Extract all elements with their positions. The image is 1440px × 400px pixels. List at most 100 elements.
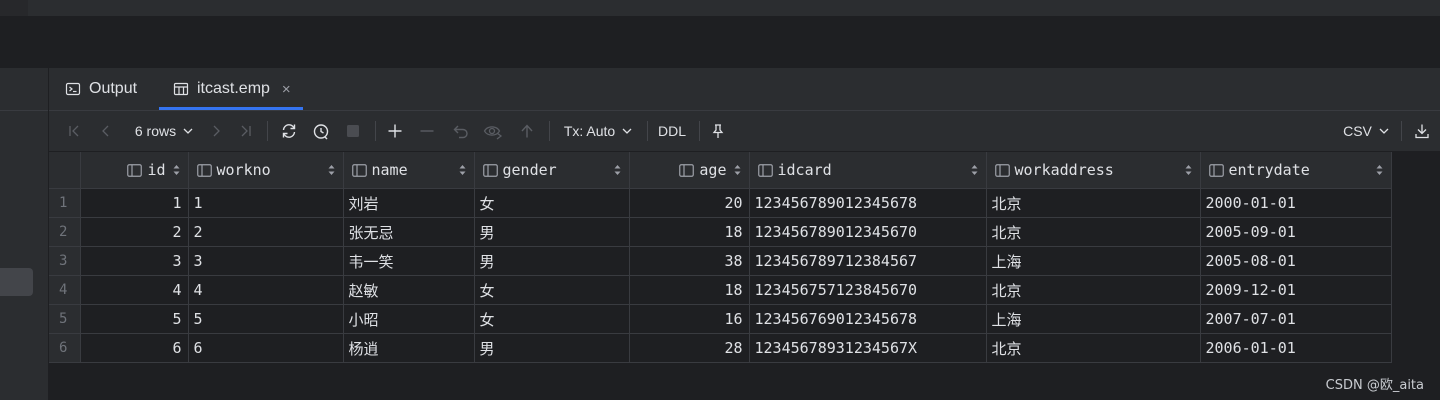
pin-icon[interactable] [707, 111, 729, 151]
cell-workno[interactable]: 3 [188, 246, 344, 276]
cell-workno[interactable]: 1 [188, 188, 344, 218]
transaction-mode-dropdown[interactable]: Tx: Auto [559, 111, 639, 151]
cell-workaddress[interactable]: 上海 [986, 246, 1201, 276]
cell-workaddress[interactable]: 上海 [986, 304, 1201, 334]
last-page-icon[interactable] [235, 111, 257, 151]
cell-workno[interactable]: 6 [188, 333, 344, 363]
cell-id[interactable]: 4 [80, 275, 189, 305]
rows-dropdown[interactable]: 6 rows [129, 111, 201, 151]
add-row-icon[interactable] [383, 111, 407, 151]
cell-name[interactable]: 杨逍 [343, 333, 475, 363]
sort-icon[interactable] [734, 163, 741, 177]
column-header-idcard[interactable]: idcard [749, 152, 987, 189]
cell-age[interactable]: 20 [629, 188, 750, 218]
delete-row-icon[interactable] [415, 111, 439, 151]
column-header-name[interactable]: name [343, 152, 475, 189]
cell-idcard[interactable]: 123456789012345678 [749, 188, 987, 218]
cell-age[interactable]: 28 [629, 333, 750, 363]
table-row[interactable]: 5 5 5 小昭女 16 123456769012345678 上海 2007-07-01 [49, 304, 1392, 334]
first-page-icon[interactable] [63, 111, 85, 151]
cell-gender[interactable]: 男 [474, 246, 630, 276]
tab-output[interactable]: Output [65, 68, 137, 110]
cell-idcard[interactable]: 123456769012345678 [749, 304, 987, 334]
cell-entrydate[interactable]: 2005-09-01 [1200, 217, 1392, 247]
cell-entrydate[interactable]: 2006-01-01 [1200, 333, 1392, 363]
table-row[interactable]: 3 3 3 韦一笑男 38 123456789712384567 上海 2005-08-01 [49, 246, 1392, 276]
submit-icon[interactable] [515, 111, 539, 151]
preview-icon[interactable] [481, 111, 505, 151]
cell-age[interactable]: 18 [629, 275, 750, 305]
tab-itcast-emp[interactable]: itcast.emp × [159, 68, 303, 110]
sort-icon[interactable] [459, 163, 466, 177]
history-icon[interactable] [309, 111, 333, 151]
sort-icon[interactable] [173, 163, 180, 177]
cell-id[interactable]: 5 [80, 304, 189, 334]
column-header-label: workaddress [1014, 161, 1114, 179]
cell-workno[interactable]: 4 [188, 275, 344, 305]
cell-name[interactable]: 小昭 [343, 304, 475, 334]
column-header-gender[interactable]: gender [474, 152, 630, 189]
export-format-dropdown[interactable]: CSV [1341, 111, 1393, 151]
chevron-down-icon [183, 128, 193, 134]
cell-workaddress[interactable]: 北京 [986, 333, 1201, 363]
column-icon [994, 163, 1010, 177]
cell-entrydate[interactable]: 2009-12-01 [1200, 275, 1392, 305]
cell-idcard[interactable]: 123456789012345670 [749, 217, 987, 247]
column-header-id[interactable]: id [80, 152, 189, 189]
refresh-icon[interactable] [277, 111, 301, 151]
cell-entrydate[interactable]: 2000-01-01 [1200, 188, 1392, 218]
cell-gender[interactable]: 男 [474, 333, 630, 363]
cell-workno[interactable]: 5 [188, 304, 344, 334]
cell-workaddress[interactable]: 北京 [986, 217, 1201, 247]
sort-icon[interactable] [614, 163, 621, 177]
cell-age[interactable]: 16 [629, 304, 750, 334]
cell-gender[interactable]: 女 [474, 304, 630, 334]
column-icon [482, 163, 498, 177]
column-header-entrydate[interactable]: entrydate [1200, 152, 1392, 189]
cell-entrydate[interactable]: 2007-07-01 [1200, 304, 1392, 334]
cell-entrydate[interactable]: 2005-08-01 [1200, 246, 1392, 276]
table-row[interactable]: 4 4 4 赵敏女 18 123456757123845670 北京 2009-12-01 [49, 275, 1392, 305]
download-icon[interactable] [1411, 111, 1433, 151]
cell-workaddress[interactable]: 北京 [986, 275, 1201, 305]
table-row[interactable]: 1 1 1 刘岩女 20 123456789012345678 北京 2000-01-01 [49, 188, 1392, 218]
cell-name[interactable]: 张无忌 [343, 217, 475, 247]
row-number: 6 [49, 333, 81, 363]
ddl-button[interactable]: DDL [655, 111, 689, 151]
tab-output-label: Output [89, 80, 138, 97]
table-row[interactable]: 6 6 6 杨逍男 28 12345678931234567X 北京 2006-01-01 [49, 333, 1392, 363]
cell-idcard[interactable]: 123456757123845670 [749, 275, 987, 305]
cell-name[interactable]: 赵敏 [343, 275, 475, 305]
cell-age[interactable]: 38 [629, 246, 750, 276]
cell-gender[interactable]: 男 [474, 217, 630, 247]
next-page-icon[interactable] [205, 111, 227, 151]
cell-workaddress[interactable]: 北京 [986, 188, 1201, 218]
cell-id[interactable]: 6 [80, 333, 189, 363]
tool-window-button[interactable] [0, 268, 33, 296]
sort-icon[interactable] [1185, 163, 1192, 177]
sort-icon[interactable] [971, 163, 978, 177]
cell-name[interactable]: 韦一笑 [343, 246, 475, 276]
column-header-age[interactable]: age [629, 152, 750, 189]
watermark: CSDN @欧_aita [1325, 378, 1424, 393]
table-row[interactable]: 2 2 2 张无忌男 18 123456789012345670 北京 2005-09-01 [49, 217, 1392, 247]
cell-idcard[interactable]: 12345678931234567X [749, 333, 987, 363]
cell-id[interactable]: 2 [80, 217, 189, 247]
revert-icon[interactable] [449, 111, 473, 151]
column-header-workaddress[interactable]: workaddress [986, 152, 1201, 189]
cell-idcard[interactable]: 123456789712384567 [749, 246, 987, 276]
cell-gender[interactable]: 女 [474, 188, 630, 218]
cell-workno[interactable]: 2 [188, 217, 344, 247]
cell-id[interactable]: 1 [80, 188, 189, 218]
previous-page-icon[interactable] [95, 111, 117, 151]
cell-age[interactable]: 18 [629, 217, 750, 247]
stop-icon[interactable] [341, 111, 365, 151]
sort-icon[interactable] [1376, 163, 1383, 177]
sort-icon[interactable] [328, 163, 335, 177]
close-icon[interactable]: × [282, 81, 291, 98]
cell-name[interactable]: 刘岩 [343, 188, 475, 218]
column-header-workno[interactable]: workno [188, 152, 344, 189]
cell-id[interactable]: 3 [80, 246, 189, 276]
left-tool-strip [0, 68, 49, 400]
cell-gender[interactable]: 女 [474, 275, 630, 305]
